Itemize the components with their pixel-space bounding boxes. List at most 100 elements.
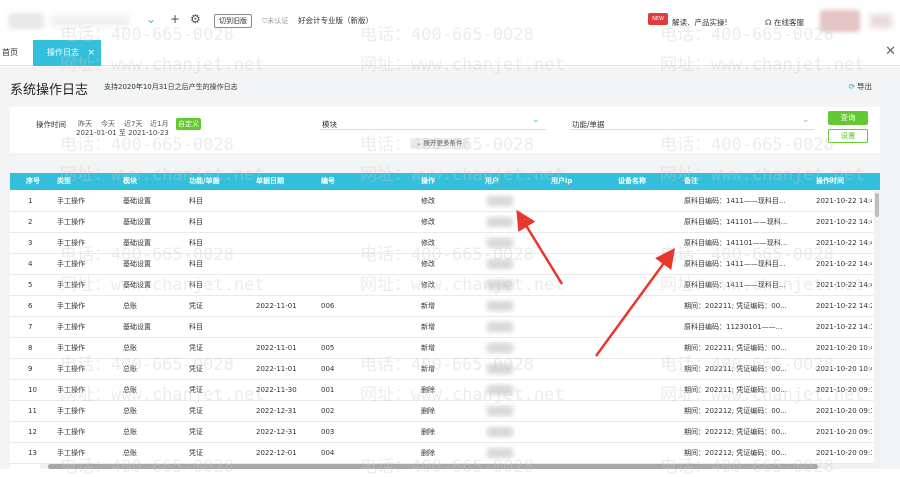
column-header[interactable]: 类型 [57,173,71,190]
table-cell: 手工操作 [57,365,85,373]
tab-home[interactable]: 首页 [0,40,30,66]
column-header[interactable]: 用户 [485,173,499,190]
table-cell: 总账 [123,449,137,457]
table-row[interactable]: 11 手工操作 总账 凭证 2022-12-31 002 删除 期间：202212; 凭证编码… [10,401,880,422]
horizontal-scrollbar[interactable] [40,464,880,469]
new-badge: NEW [648,13,668,25]
table-cell: 凭证 [189,344,203,352]
table-cell: 科目 [189,218,203,226]
table-row[interactable]: 9 手工操作 总账 凭证 2022-11-01 004 新增 期间：202211; 凭证编码：… [10,359,880,380]
table-cell: 005 [321,344,335,352]
column-header[interactable]: 序号 [26,173,40,190]
table-cell: 凭证 [189,428,203,436]
column-header[interactable]: 用户ip [551,173,572,190]
headset-icon: ☊ [765,18,775,27]
vertical-scrollbar[interactable] [874,191,880,467]
table-row[interactable]: 4 手工操作 基础设置 科目 修改 原科目编码：1411——现科目... 2021-10-2… [10,254,880,275]
time-option-custom[interactable]: 自定义 [176,118,201,130]
column-header[interactable]: 备注 [684,173,698,190]
table-cell: 手工操作 [57,386,85,394]
table-cell: 2021-10-20 09:1 [816,428,872,436]
table-cell: 2022-11-01 [256,365,297,373]
table-row[interactable]: 7 手工操作 基础设置 科目 新增 原科目编码：11230101——... 2021-10-… [10,317,880,338]
date-range-value[interactable]: 2021-01-01 至 2021-10-23 [76,128,169,138]
avatar[interactable] [820,10,860,32]
export-button[interactable]: ⟳ 导出 [849,81,872,92]
table-cell: 手工操作 [57,323,85,331]
column-header[interactable]: 设备名称 [618,173,646,190]
table-cell: 2022-11-01 [256,302,297,310]
table-row[interactable]: 1 手工操作 基础设置 科目 修改 原科目编码：1411——现科目... 2021-10-2… [10,191,880,212]
vertical-scroll-thumb[interactable] [875,193,879,217]
table-cell: 新增 [421,302,435,310]
column-header[interactable]: 编号 [321,173,335,190]
column-header[interactable]: 单据日期 [256,173,284,190]
export-label: 导出 [857,82,872,91]
table-row[interactable]: 8 手工操作 总账 凭证 2022-11-01 005 新增 期间：202211; 凭证编码：… [10,338,880,359]
table-cell: 2022-11-30 [256,386,297,394]
horizontal-scroll-thumb[interactable] [48,464,818,469]
table-cell: 期间：202211; 凭证编码：00... [684,386,787,394]
expand-conditions-button[interactable]: ⌄ 展开更多条件 [410,138,469,149]
table-cell: 手工操作 [57,260,85,268]
table-cell: 手工操作 [57,239,85,247]
table-cell: 期间：202212; 凭证编码：00... [684,428,787,436]
close-all-tabs-icon[interactable]: ✕ [885,44,896,59]
table-cell: 删除 [421,386,435,394]
query-button[interactable]: 查询 [828,111,868,125]
column-header[interactable]: 操作时间 [816,173,844,190]
settings-button[interactable]: 设置 [828,129,868,143]
gear-icon[interactable]: ⚙ [190,12,201,26]
table-cell: 科目 [189,260,203,268]
table-cell: 原科目编码：141101——现科... [684,218,788,226]
time-filter-label: 操作时间 [36,120,66,129]
module-select[interactable] [320,129,546,130]
table-row[interactable]: 3 手工操作 基础设置 科目 修改 原科目编码：141101——现科... 2021-10-… [10,233,880,254]
table-row[interactable]: 10 手工操作 总账 凭证 2022-11-30 001 删除 期间：202211; 凭证编码… [10,380,880,401]
table-cell: 凭证 [189,407,203,415]
table-cell: 手工操作 [57,281,85,289]
table-row[interactable]: 6 手工操作 总账 凭证 2022-11-01 006 新增 期间：202211; 凭证编码：… [10,296,880,317]
table-cell: 新增 [421,344,435,352]
table-row[interactable]: 12 手工操作 总账 凭证 2022-12-31 003 删除 期间：202212; 凭证编码… [10,422,880,443]
table-cell: 凭证 [189,302,203,310]
table-cell: 8 [28,344,33,352]
user-menu-blurred[interactable] [870,14,892,28]
page-subtitle: 支持2020年10月31日之后产生的操作日志 [104,83,238,91]
table-cell: 总账 [123,365,137,373]
function-select[interactable] [570,129,814,130]
table-cell: 2021-10-22 14:4 [816,218,872,226]
user-cell-blurred [487,301,513,311]
plus-icon[interactable]: + [170,12,180,26]
user-cell-blurred [487,322,513,332]
table-cell: 科目 [189,239,203,247]
table-cell: 2 [28,218,33,226]
chevron-down-icon[interactable]: ⌄ [146,12,156,26]
chevron-down-icon[interactable]: ⌄ [802,115,810,125]
close-tab-icon[interactable]: × [87,40,95,66]
column-header[interactable]: 功能/单据 [189,173,220,190]
online-service-button[interactable]: ☊ 在线客服 [765,17,804,28]
unverified-status[interactable]: ⛉未认证 [262,16,288,26]
column-header[interactable]: 操作 [421,173,435,190]
table-cell: 基础设置 [123,197,151,205]
switch-old-version-button[interactable]: 切到旧版 [214,14,252,28]
chevron-down-icon[interactable]: ⌄ [532,115,540,125]
table-cell: 手工操作 [57,302,85,310]
table-cell: 2021-10-22 14:4 [816,281,872,289]
table-cell: 基础设置 [123,218,151,226]
table-row[interactable]: 13 手工操作 总账 凭证 2022-12-01 004 删除 期间：202212; 凭证编码… [10,443,880,464]
column-header[interactable]: 模块 [123,173,137,190]
table-cell: 期间：202211; 凭证编码：00... [684,302,787,310]
table-cell: 科目 [189,197,203,205]
table-cell: 新增 [421,323,435,331]
tab-operation-log[interactable]: 操作日志 × [33,40,101,66]
user-cell-blurred [487,406,513,416]
promo-link[interactable]: 解读、产品实操! [672,17,728,28]
table-row[interactable]: 5 手工操作 基础设置 科目 修改 原科目编码：1411——现科目... 2021-10-2… [10,275,880,296]
table-cell: 10 [28,386,37,394]
table-cell: 凭证 [189,365,203,373]
table-row[interactable]: 2 手工操作 基础设置 科目 修改 原科目编码：141101——现科... 2021-10-… [10,212,880,233]
table-cell: 基础设置 [123,239,151,247]
table-cell: 2022-11-01 [256,344,297,352]
